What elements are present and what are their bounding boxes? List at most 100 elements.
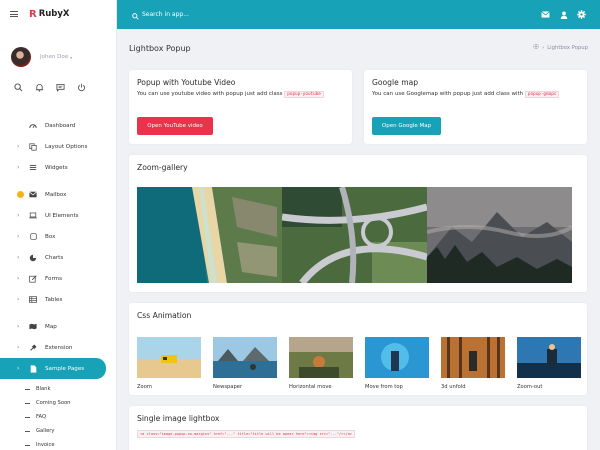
css-animation-card: Css Animation Zoom Newspaper Horizontal … [129, 303, 587, 395]
gallery-image-mountains[interactable] [427, 187, 572, 283]
animation-item[interactable]: 3d unfold [441, 337, 505, 390]
animation-item[interactable]: Zoom [137, 337, 201, 390]
search-box[interactable]: Search in app... [132, 5, 189, 24]
card-text: You can use youtube video with popup jus… [137, 91, 324, 98]
gallery-image-beach[interactable] [137, 187, 282, 283]
sidebar-menu: Dashboard › Layout Options › Widgets Mailbox ›… [0, 115, 116, 450]
chevron-right-icon[interactable]: › [17, 344, 19, 351]
sidebar-item-widgets[interactable]: › Widgets [0, 157, 116, 178]
plug-icon [29, 344, 37, 352]
submenu-item-coming-soon[interactable]: Coming Soon [0, 396, 116, 410]
chevron-right-icon[interactable]: › [17, 365, 19, 372]
file-icon [29, 364, 37, 373]
sidebar-item-layout-options[interactable]: › Layout Options [0, 136, 116, 157]
submenu-item-invoice[interactable]: Invoice [0, 438, 116, 450]
dash-icon [25, 430, 30, 432]
submenu-label: Blank [36, 386, 51, 392]
search-icon[interactable] [13, 82, 23, 92]
thumbnail-zoom-out[interactable] [517, 337, 581, 378]
notification-dot [17, 191, 24, 198]
card-title: Css Animation [137, 311, 192, 320]
sidebar-item-label: Sample Pages [45, 365, 85, 372]
animation-item[interactable]: Horizontal move [289, 337, 353, 390]
edit-icon [29, 274, 37, 283]
hamburger-menu-icon[interactable] [10, 11, 18, 17]
sidebar-item-label: Map [45, 323, 57, 330]
chevron-right-icon[interactable]: › [17, 143, 19, 150]
submenu-item-gallery[interactable]: Gallery [0, 424, 116, 438]
sidebar-item-sample-pages[interactable]: › Sample Pages [0, 358, 106, 379]
avatar[interactable] [11, 47, 31, 67]
breadcrumb: › Lightbox Popup [533, 43, 588, 51]
sidebar-item-label: Box [45, 233, 56, 240]
sidebar-item-label: Tables [45, 296, 63, 303]
grid-icon [29, 296, 37, 304]
bell-icon[interactable] [34, 82, 44, 92]
laptop-icon [29, 212, 37, 220]
message-icon[interactable] [55, 82, 65, 92]
submenu-item-faq[interactable]: FAQ [0, 410, 116, 424]
topbar-icons [532, 10, 586, 19]
sidebar-item-forms[interactable]: › Forms [0, 268, 116, 289]
gear-icon[interactable] [577, 10, 586, 19]
chevron-right-icon[interactable]: › [17, 233, 19, 240]
single-image-card: Single image lightbox <a class="image-po… [129, 406, 587, 450]
chevron-right-icon[interactable]: › [17, 296, 19, 303]
topbar: Search in app... [117, 0, 600, 29]
power-icon[interactable] [76, 82, 86, 92]
logo-text[interactable]: RubyX [39, 9, 70, 19]
animation-label: Zoom-out [517, 384, 543, 390]
main-content: Lightbox Popup › Lightbox Popup Popup wi… [117, 29, 600, 450]
sidebar-item-tables[interactable]: › Tables [0, 289, 116, 310]
thumbnail-zoom[interactable] [137, 337, 201, 378]
submenu-label: FAQ [36, 414, 47, 420]
sidebar-group: Mailbox › UI Elements › Box › Charts › Forms › Tab… [0, 184, 116, 310]
thumbnail-3d-unfold[interactable] [441, 337, 505, 378]
thumbnail-move-from-top[interactable] [365, 337, 429, 378]
open-google-map-button[interactable]: Open Google Map [372, 117, 441, 135]
map-icon [29, 323, 37, 331]
search-input[interactable]: Search in app... [142, 11, 189, 18]
chevron-right-icon[interactable]: › [17, 164, 19, 171]
user-actions [0, 75, 116, 115]
mail-icon[interactable] [541, 10, 550, 19]
home-icon[interactable] [533, 43, 540, 51]
code-snippet: <a class="image-popup-no-margins" href="… [137, 430, 356, 438]
sidebar-item-mailbox[interactable]: Mailbox [0, 184, 116, 205]
open-youtube-button[interactable]: Open YouTube video [137, 117, 213, 135]
gallery [137, 187, 572, 283]
breadcrumb-separator: › [542, 44, 545, 51]
sidebar-item-ui-elements[interactable]: › UI Elements [0, 205, 116, 226]
chevron-right-icon[interactable]: › [17, 212, 19, 219]
thumbnail-newspaper[interactable] [213, 337, 277, 378]
chevron-right-icon[interactable]: › [17, 323, 19, 330]
thumbnail-horizontal-move[interactable] [289, 337, 353, 378]
animation-item[interactable]: Newspaper [213, 337, 277, 390]
sidebar-item-label: Extension [45, 344, 73, 351]
gallery-image-highway[interactable] [282, 187, 427, 283]
dash-icon [25, 388, 30, 390]
google-map-card: Google map You can use Googlemap with po… [364, 70, 587, 144]
sidebar-item-label: UI Elements [45, 212, 79, 219]
chevron-right-icon[interactable]: › [17, 275, 19, 282]
sidebar-item-extension[interactable]: › Extension [0, 337, 116, 358]
animation-item[interactable]: Zoom-out [517, 337, 581, 390]
sidebar-item-label: Dashboard [45, 122, 76, 129]
sidebar-item-charts[interactable]: › Charts [0, 247, 116, 268]
sidebar-item-box[interactable]: › Box [0, 226, 116, 247]
submenu-label: Gallery [36, 428, 55, 434]
animation-item[interactable]: Move from top [365, 337, 429, 390]
sidebar-item-dashboard[interactable]: Dashboard [0, 115, 116, 136]
search-icon[interactable] [132, 5, 139, 24]
sidebar-item-label: Forms [45, 275, 63, 282]
user-panel: Johen Doe ▾ [0, 28, 116, 75]
chevron-down-icon[interactable]: ▾ [70, 55, 72, 60]
chevron-right-icon[interactable]: › [17, 254, 19, 261]
card-title: Popup with Youtube Video [137, 78, 236, 87]
sidebar-item-map[interactable]: › Map [0, 316, 116, 337]
user-icon[interactable] [559, 10, 568, 19]
sidebar-item-label: Charts [45, 254, 64, 261]
card-text: You can use Googlemap with popup just ad… [372, 91, 560, 98]
submenu-item-blank[interactable]: Blank [0, 382, 116, 396]
username[interactable]: Johen Doe [40, 54, 68, 60]
